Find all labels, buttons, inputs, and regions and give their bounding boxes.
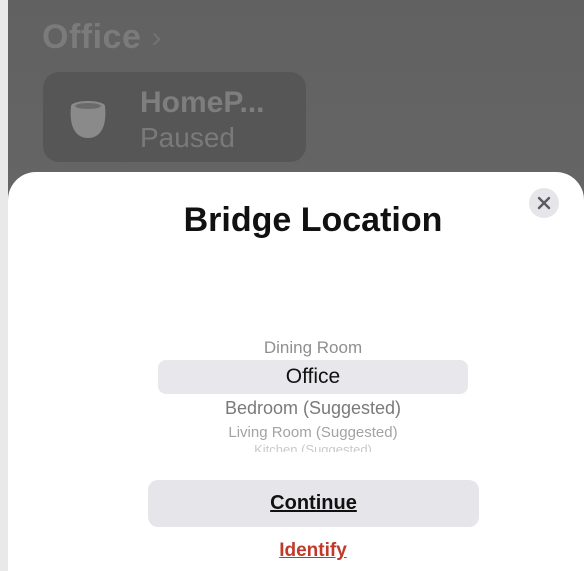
picker-item-office-selected[interactable]: Office: [158, 365, 468, 389]
picker-item-living-room[interactable]: Living Room (Suggested): [158, 424, 468, 441]
identify-link[interactable]: Identify: [158, 540, 468, 562]
continue-label: Continue: [270, 492, 357, 514]
accessory-name: HomeP...: [140, 86, 265, 119]
accessory-status: Paused: [140, 122, 235, 153]
picker-item-bedroom[interactable]: Bedroom (Suggested): [158, 398, 468, 419]
close-button[interactable]: [529, 188, 559, 218]
accessory-tile: HomeP... Paused: [43, 72, 306, 162]
picker-item-kitchen[interactable]: Kitchen (Suggested): [158, 442, 468, 452]
sheet-title: Bridge Location: [183, 201, 443, 239]
screen: Office › HomeP... Paused Bridge Location…: [0, 0, 584, 571]
chevron-right-icon: ›: [151, 20, 162, 54]
picker-item-dining-room[interactable]: Dining Room: [158, 338, 468, 358]
screen-edge: [0, 0, 8, 571]
bridge-location-sheet: Bridge Location Dining Room Office Bedro…: [8, 172, 584, 571]
room-title-text: Office: [42, 18, 142, 56]
homepod-icon: [70, 101, 106, 138]
continue-button[interactable]: Continue: [148, 480, 479, 527]
close-icon: [537, 196, 551, 210]
room-title: Office ›: [42, 18, 162, 57]
